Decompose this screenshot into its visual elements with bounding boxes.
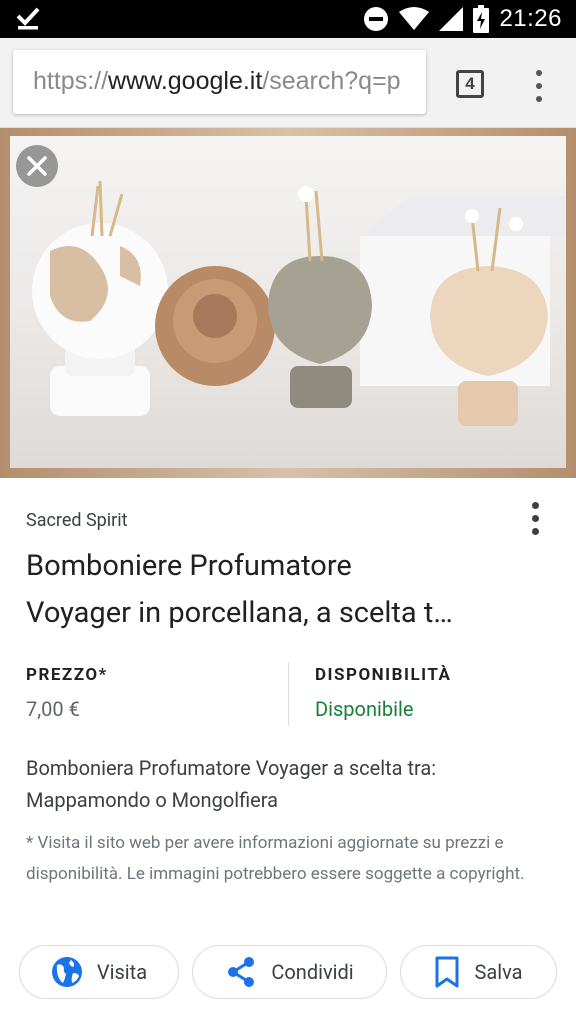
menu-dot-icon [536,70,542,76]
status-bar: 21:26 [0,0,576,38]
check-icon [16,7,40,30]
image-viewer [0,128,576,478]
save-label: Salva [474,960,523,984]
share-label: Condividi [271,960,354,984]
availability-section: DISPONIBILITÀ Disponibile [315,665,451,721]
browser-toolbar: https://www.google.it/search?q=p 4 [0,38,576,128]
visit-button[interactable]: Visita [19,945,179,999]
bookmark-icon [435,956,459,988]
more-options-button[interactable] [526,500,546,538]
more-dot-icon [532,528,539,535]
url-path: /search?q=p [262,67,401,95]
battery-charging-icon [473,5,490,33]
disclaimer-text: * Visita il sito web per avere informazi… [26,833,525,884]
product-description: Bomboniera Profumatore Voyager a scelta … [26,756,437,812]
share-icon [228,957,255,987]
visit-label: Visita [96,960,148,984]
result-title[interactable]: Bomboniere Profumatore Voyager in porcel… [26,543,556,637]
url-scheme: https:// [33,67,109,95]
do-not-disturb-icon [364,7,389,31]
wifi-icon [399,7,430,30]
share-button[interactable]: Condividi [192,945,387,999]
close-icon [27,156,47,176]
info-divider [288,662,289,726]
menu-dot-icon [536,83,542,89]
url-text: https://www.google.it/search?q=p [33,67,401,96]
url-bar[interactable]: https://www.google.it/search?q=p [13,50,426,114]
browser-menu-button[interactable] [530,68,548,104]
title-line-1: Bomboniere Profumatore [26,549,352,583]
title-line-2: Voyager in porcellana, a scelta t… [26,596,453,630]
save-button[interactable]: Salva [400,945,557,999]
globe-icon [51,957,82,987]
product-image [10,136,566,468]
price-value: 7,00 € [26,697,80,721]
price-label: PREZZO* [26,665,108,685]
url-host: www.google.it [108,67,263,95]
product-photo-illustration [32,180,566,426]
source-name[interactable]: Sacred Spirit [26,510,128,531]
tab-switcher-button[interactable]: 4 [456,70,484,98]
more-dot-icon [532,502,539,509]
price-section: PREZZO* 7,00 € [26,665,108,721]
availability-value: Disponibile [315,697,414,721]
status-time: 21:26 [499,5,562,32]
more-dot-icon [532,515,539,522]
signal-icon [439,7,464,31]
menu-dot-icon [536,96,542,102]
availability-label: DISPONIBILITÀ [315,665,452,685]
close-image-button[interactable] [16,145,58,187]
